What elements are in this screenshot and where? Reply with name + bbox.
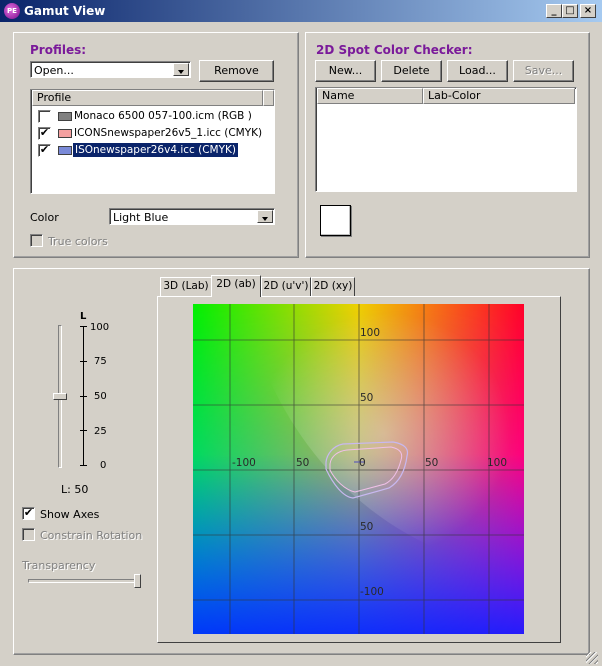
true-colors-checkbox[interactable] bbox=[30, 234, 43, 247]
a-axis-label-pos50: 50 bbox=[425, 457, 439, 469]
open-profile-combo[interactable]: Open... bbox=[30, 61, 191, 78]
l-axis-label: L bbox=[80, 311, 87, 322]
load-spot-button[interactable]: Load... bbox=[447, 60, 508, 82]
app-logo-icon: PE bbox=[4, 3, 20, 19]
tab-2d-uv[interactable]: 2D (u'v') bbox=[261, 277, 311, 296]
chevron-down-icon[interactable] bbox=[173, 63, 189, 76]
lab-color-column-header[interactable]: Lab-Color bbox=[423, 88, 575, 104]
transparency-slider-thumb[interactable] bbox=[134, 574, 141, 588]
gamut-plot-svg[interactable] bbox=[193, 304, 524, 634]
chevron-down-icon[interactable] bbox=[257, 210, 273, 223]
profile-label-2: ISOnewspaper26v4.icc (CMYK) bbox=[71, 142, 240, 158]
a-axis-label-neg50: 50 bbox=[296, 457, 310, 469]
b-axis-label-neg50: 50 bbox=[360, 521, 374, 533]
profile-color-swatch-1 bbox=[58, 129, 72, 138]
a-axis-label-pos100: 100 bbox=[487, 457, 508, 469]
true-colors-label: True colors bbox=[48, 235, 108, 248]
l-tick-label-75: 75 bbox=[94, 356, 107, 367]
list-item[interactable]: Monaco 6500 057-100.icm (RGB ) bbox=[32, 108, 273, 125]
tab-2d-ab[interactable]: 2D (ab) bbox=[211, 275, 261, 297]
resize-grip[interactable] bbox=[586, 652, 598, 664]
profile-column-header[interactable]: Profile bbox=[32, 90, 263, 106]
minimize-button[interactable]: _ bbox=[546, 4, 562, 18]
profile-list[interactable]: Profile Monaco 6500 057-100.icm (RGB ) ✔… bbox=[30, 89, 275, 194]
close-button[interactable]: × bbox=[580, 4, 596, 18]
remove-button[interactable]: Remove bbox=[199, 60, 274, 82]
show-axes-label: Show Axes bbox=[40, 508, 100, 521]
title-bar[interactable]: PE Gamut View _ □ × bbox=[0, 0, 602, 22]
l-tick-label-25: 25 bbox=[94, 426, 107, 437]
color-combo[interactable]: Light Blue bbox=[109, 208, 275, 225]
new-spot-button[interactable]: New... bbox=[315, 60, 376, 82]
origin-label: 0 bbox=[359, 457, 366, 469]
list-item[interactable]: ✔ ISOnewspaper26v4.icc (CMYK) bbox=[32, 142, 273, 159]
profile-checkbox-0[interactable] bbox=[38, 110, 51, 123]
l-tick-label-50: 50 bbox=[94, 391, 107, 402]
l-slider-thumb[interactable] bbox=[53, 392, 67, 400]
l-ruler-tick bbox=[80, 326, 87, 327]
b-axis-label-neg100: -100 bbox=[360, 586, 384, 598]
profile-checkbox-1[interactable]: ✔ bbox=[38, 127, 51, 140]
l-value-readout: L: 50 bbox=[61, 483, 89, 496]
transparency-slider-track[interactable] bbox=[28, 579, 140, 583]
delete-spot-button[interactable]: Delete bbox=[381, 60, 442, 82]
profiles-title: Profiles: bbox=[30, 43, 87, 57]
window-title: Gamut View bbox=[24, 4, 106, 18]
gamut-plot[interactable]: -100 50 0 50 100 100 50 50 -100 bbox=[193, 304, 524, 634]
spot-color-preview[interactable] bbox=[320, 205, 351, 236]
maximize-button[interactable]: □ bbox=[562, 4, 578, 18]
l-tick-label-100: 100 bbox=[90, 322, 110, 333]
l-ruler-tick bbox=[80, 465, 87, 466]
profile-color-swatch-2 bbox=[58, 146, 72, 155]
name-column-header[interactable]: Name bbox=[317, 88, 423, 104]
profile-label-1: ICONSnewspaper26v5_1.icc (CMYK) bbox=[74, 127, 263, 139]
b-axis-label-pos50: 50 bbox=[360, 392, 374, 404]
profile-checkbox-2[interactable]: ✔ bbox=[38, 144, 51, 157]
tab-2d-xy[interactable]: 2D (xy) bbox=[311, 277, 355, 296]
a-axis-label-neg100: -100 bbox=[232, 457, 256, 469]
color-combo-text: Light Blue bbox=[113, 211, 169, 224]
b-axis-label-pos100: 100 bbox=[360, 327, 381, 339]
l-ruler-tick bbox=[80, 360, 87, 362]
save-spot-button[interactable]: Save... bbox=[513, 60, 574, 82]
transparency-label: Transparency bbox=[22, 559, 96, 572]
l-ruler-tick bbox=[80, 395, 87, 397]
show-axes-checkbox[interactable]: ✔ bbox=[22, 507, 35, 520]
tab-3d-lab[interactable]: 3D (Lab) bbox=[160, 277, 212, 296]
constrain-rotation-checkbox[interactable] bbox=[22, 528, 35, 541]
profile-color-swatch-0 bbox=[58, 112, 72, 121]
color-label: Color bbox=[30, 211, 59, 224]
spot-checker-title: 2D Spot Color Checker: bbox=[316, 43, 473, 57]
constrain-rotation-label: Constrain Rotation bbox=[40, 529, 143, 542]
open-combo-text: Open... bbox=[34, 64, 74, 77]
spot-color-list[interactable]: Name Lab-Color bbox=[315, 87, 577, 192]
list-item[interactable]: ✔ ICONSnewspaper26v5_1.icc (CMYK) bbox=[32, 125, 273, 142]
profile-label-0: Monaco 6500 057-100.icm (RGB ) bbox=[74, 110, 252, 122]
l-ruler-tick bbox=[80, 430, 87, 432]
l-tick-label-0: 0 bbox=[100, 460, 107, 471]
profile-column-header-end bbox=[263, 90, 274, 106]
